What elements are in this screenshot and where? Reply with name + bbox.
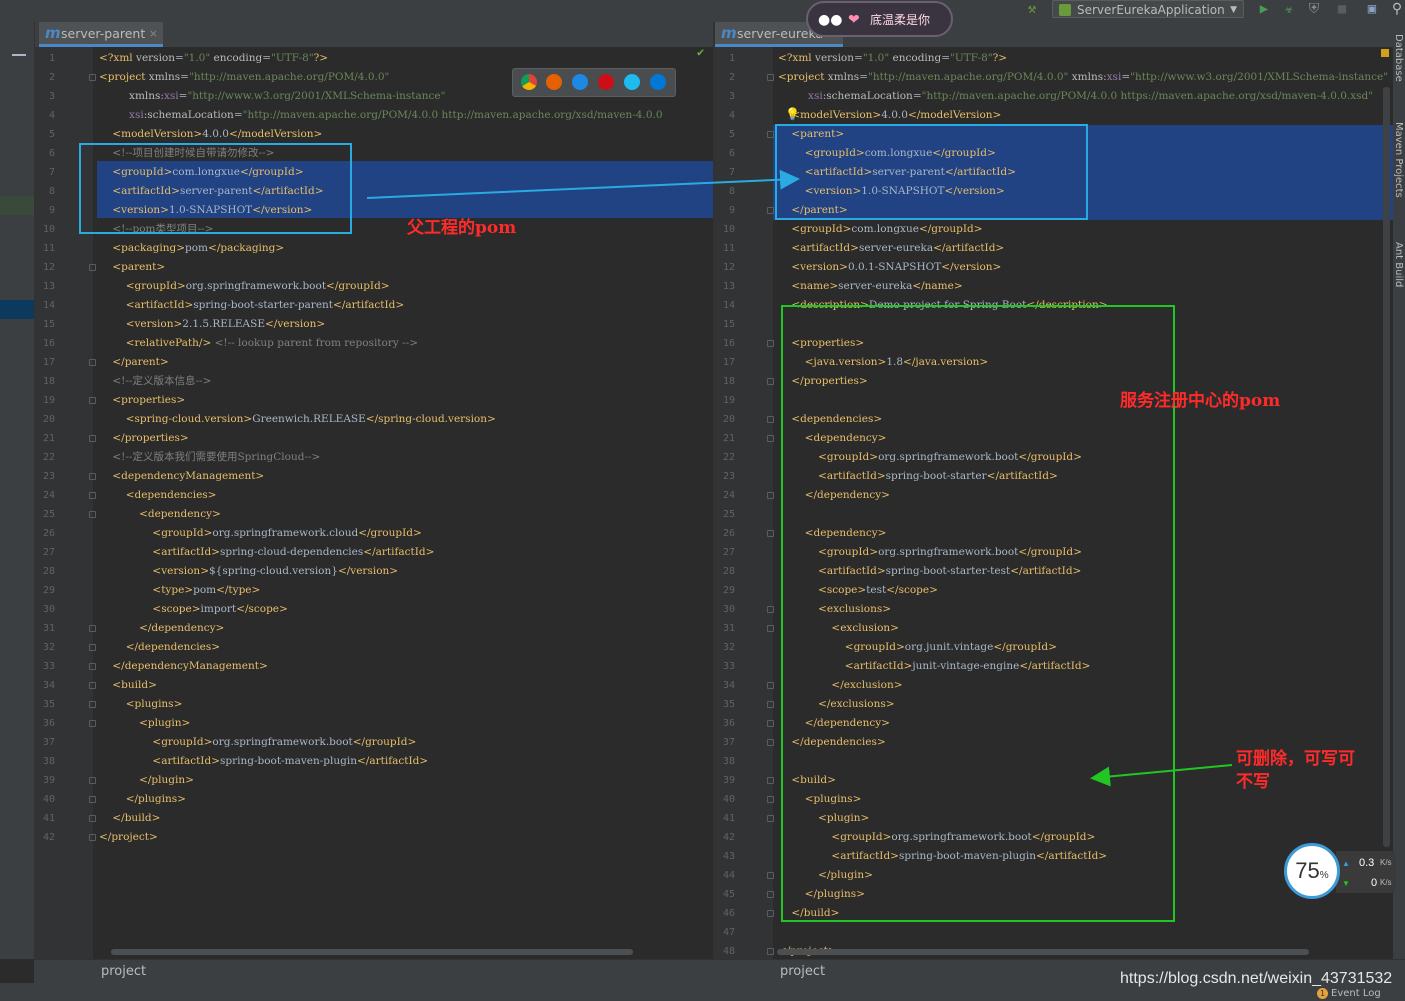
green-arrow <box>1090 764 1233 787</box>
decorative-sticker: ●● ❤ 底温柔是你 <box>806 1 953 37</box>
browser-preview-bar <box>512 68 676 97</box>
safari-icon[interactable] <box>572 74 588 90</box>
ie-icon[interactable] <box>624 74 640 90</box>
upload-row: ▲ 0.3 K/s <box>1342 854 1396 872</box>
download-row: ▼ 0 K/s <box>1342 874 1396 892</box>
blue-arrow <box>366 169 800 199</box>
download-value: 0 <box>1371 877 1378 889</box>
annotation-arrows <box>366 169 1233 787</box>
usage-percent-unit: % <box>1319 870 1329 881</box>
mickey-icon: ●● <box>818 12 843 28</box>
sticker-text: 底温柔是你 <box>870 13 931 27</box>
heart-icon: ❤ <box>848 12 860 28</box>
event-count-badge: 1 <box>1317 988 1328 999</box>
download-arrow-icon: ▼ <box>1342 879 1350 888</box>
usage-percent: 75 <box>1295 858 1320 883</box>
removable-label-1: 可删除，可写可 <box>1236 749 1355 769</box>
removable-label-2: 不写 <box>1236 772 1270 792</box>
download-unit: K/s <box>1380 878 1392 887</box>
upload-value: 0.3 <box>1359 857 1375 869</box>
network-speed-panel: ▲ 0.3 K/s ▼ 0 K/s <box>1336 851 1396 893</box>
edge-icon[interactable] <box>650 74 666 90</box>
upload-unit: K/s <box>1380 858 1392 867</box>
event-log-button[interactable]: 1 Event Log <box>1317 988 1381 999</box>
chrome-icon[interactable] <box>521 74 537 90</box>
usage-gauge: 75% <box>1284 843 1340 899</box>
opera-icon[interactable] <box>598 74 614 90</box>
csdn-watermark: https://blog.csdn.net/weixin_43731532 <box>1120 970 1393 987</box>
upload-arrow-icon: ▲ <box>1342 859 1350 868</box>
eureka-pom-label: 服务注册中心的pom <box>1120 391 1281 411</box>
network-speed-widget[interactable]: ▲ 0.3 K/s ▼ 0 K/s 75% <box>1284 843 1396 901</box>
event-log-label: Event Log <box>1331 988 1381 999</box>
parent-pom-label: 父工程的pom <box>407 218 517 238</box>
firefox-icon[interactable] <box>546 74 562 90</box>
